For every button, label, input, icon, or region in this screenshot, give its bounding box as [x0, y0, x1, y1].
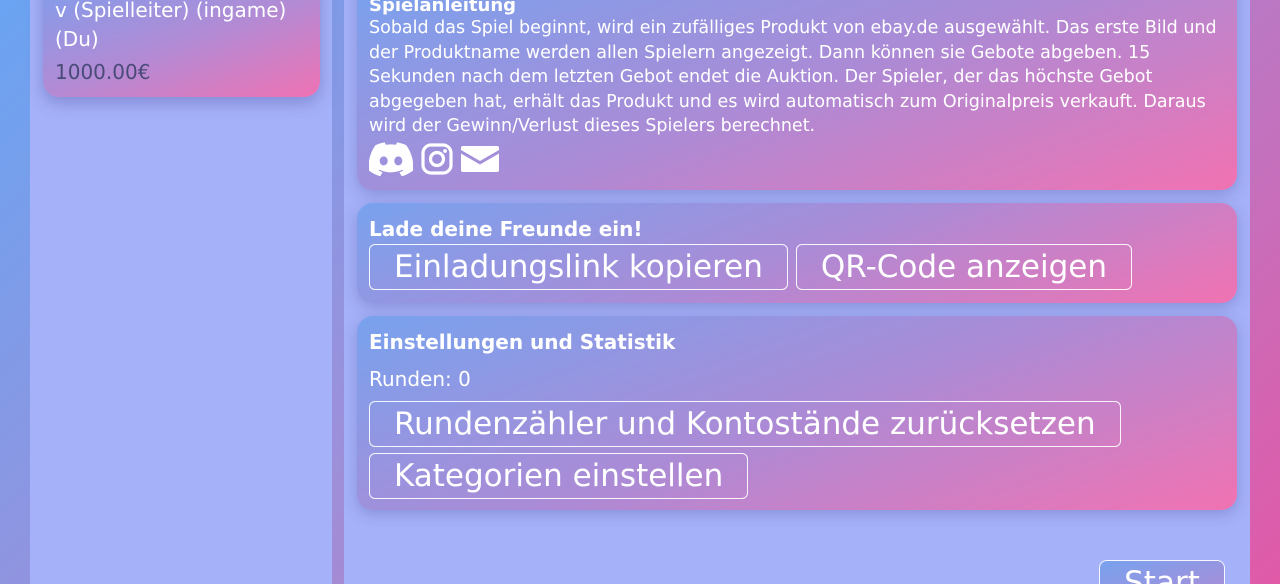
invite-card: Lade deine Freunde ein! Einladungslink k…: [357, 203, 1237, 303]
instructions-text: Sobald das Spiel beginnt, wird ein zufäl…: [369, 18, 1217, 136]
player-balance: 1000.00€: [55, 60, 151, 84]
start-button[interactable]: Start: [1099, 560, 1225, 584]
reset-rounds-and-balances-button[interactable]: Rundenzähler und Kontostände zurücksetze…: [369, 401, 1121, 447]
envelope-icon[interactable]: [461, 144, 499, 174]
show-qr-code-button[interactable]: QR-Code anzeigen: [795, 244, 1132, 290]
settings-title: Einstellungen und Statistik: [369, 330, 676, 354]
invite-buttons: Einladungslink kopieren QR-Code anzeigen: [369, 244, 1225, 290]
settings-buttons: Rundenzähler und Kontostände zurücksetze…: [369, 401, 1225, 499]
copy-invite-link-button[interactable]: Einladungslink kopieren: [369, 244, 788, 290]
invite-title: Lade deine Freunde ein!: [369, 217, 643, 241]
set-categories-button[interactable]: Kategorien einstellen: [369, 453, 749, 499]
settings-card: Einstellungen und Statistik Runden: 0 Ru…: [357, 316, 1237, 510]
rounds-counter: Runden: 0: [369, 367, 471, 391]
instructions-card: Spielanleitung Sobald das Spiel beginnt,…: [357, 0, 1237, 190]
instructions-title: Spielanleitung: [369, 0, 517, 16]
instagram-icon[interactable]: [421, 142, 453, 175]
social-links: [369, 141, 1225, 176]
discord-icon[interactable]: [369, 141, 413, 176]
player-name: v (Spielleiter) (ingame) (Du): [55, 0, 287, 51]
player-card: v (Spielleiter) (ingame) (Du) 1000.00€: [43, 0, 320, 97]
